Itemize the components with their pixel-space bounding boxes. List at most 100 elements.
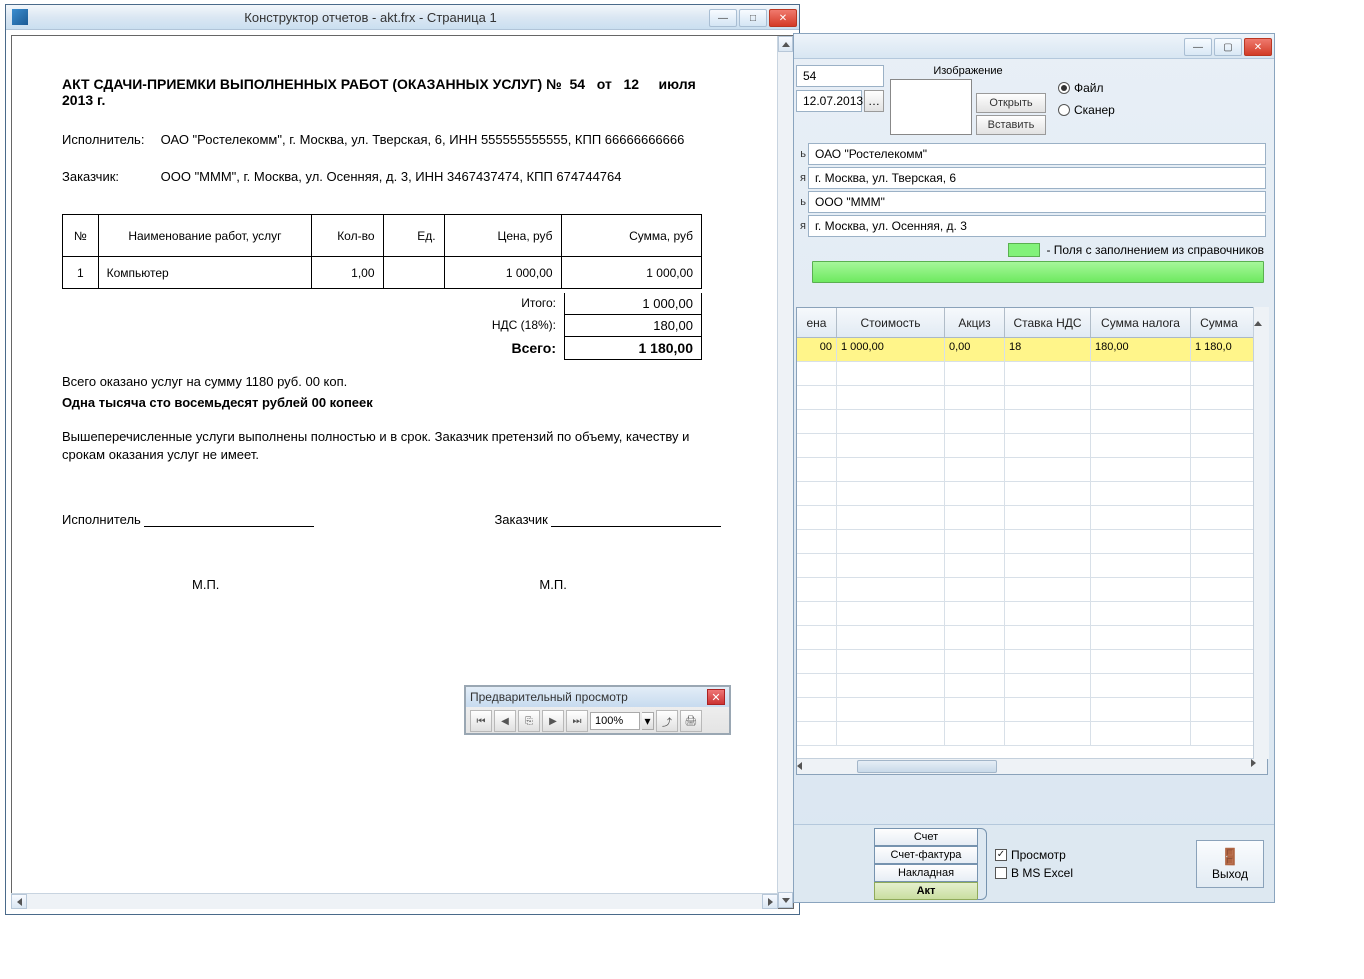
- radio-scanner[interactable]: Сканер: [1058, 103, 1115, 117]
- checkbox-icon: [995, 849, 1007, 861]
- bracket-icon: [977, 828, 987, 900]
- grid-row-selected[interactable]: 00 1 000,00 0,00 18 180,00 1 180,0: [797, 338, 1267, 362]
- doc-number-input[interactable]: 54: [796, 65, 884, 87]
- gh-sum[interactable]: Сумма: [1191, 308, 1247, 337]
- btn-waybill[interactable]: Накладная: [874, 864, 978, 882]
- preview-toolbar[interactable]: Предварительный просмотр ✕ ⏮ ◀ ⎘ ▶ ⏭ 100…: [464, 685, 731, 735]
- customer-name-input[interactable]: ООО "МММ": [808, 191, 1266, 213]
- signatures: Исполнитель Заказчик: [62, 512, 735, 527]
- grid-scroll-right-icon[interactable]: [1251, 759, 1267, 774]
- customer-value: ООО "МММ", г. Москва, ул. Осенняя, д. 3,…: [161, 169, 622, 184]
- report-title: Конструктор отчетов - akt.frx - Страница…: [34, 10, 707, 25]
- zoom-input[interactable]: 100%: [590, 712, 640, 730]
- editor-titlebar[interactable]: — ▢ ✕: [794, 34, 1274, 59]
- minimize-button[interactable]: —: [709, 9, 737, 27]
- scroll-up-icon[interactable]: [778, 36, 793, 52]
- akt-title-prefix: АКТ СДАЧИ-ПРИЕМКИ ВЫПОЛНЕННЫХ РАБОТ (ОКА…: [62, 76, 562, 92]
- chk-preview[interactable]: Просмотр: [995, 848, 1073, 862]
- akt-summary: Всего оказано услуг на сумму 1180 руб. 0…: [62, 374, 735, 389]
- gh-cost[interactable]: Стоимость: [837, 308, 945, 337]
- grid-h-scrollbar[interactable]: [797, 758, 1267, 774]
- gh-vat[interactable]: Ставка НДС: [1005, 308, 1091, 337]
- btn-akt[interactable]: Акт: [874, 882, 978, 900]
- editor-maximize-button[interactable]: ▢: [1214, 38, 1242, 56]
- akt-title: АКТ СДАЧИ-ПРИЕМКИ ВЫПОЛНЕННЫХ РАБОТ (ОКА…: [62, 76, 735, 108]
- grid-row[interactable]: [797, 434, 1267, 458]
- report-v-scrollbar[interactable]: [777, 36, 793, 908]
- date-picker-button[interactable]: …: [864, 90, 884, 112]
- editor-bottom-bar: Счет Счет-фактура Накладная Акт Просмотр…: [794, 824, 1274, 902]
- hint-text: - Поля с заполнением из справочников: [1046, 243, 1264, 257]
- executor-label: Исполнитель:: [62, 132, 157, 147]
- grid-row[interactable]: [797, 458, 1267, 482]
- grid-row[interactable]: [797, 506, 1267, 530]
- grid-v-scrollbar[interactable]: [1253, 307, 1269, 759]
- grid-scroll-left-icon[interactable]: [797, 762, 813, 777]
- btn-invoice-facture[interactable]: Счет-фактура: [874, 846, 978, 864]
- scroll-right-icon[interactable]: [762, 894, 778, 909]
- grid-row[interactable]: [797, 482, 1267, 506]
- export-button[interactable]: ⤴: [656, 710, 678, 732]
- scroll-down-icon[interactable]: [778, 892, 793, 908]
- akt-note: Вышеперечисленные услуги выполнены полно…: [62, 428, 735, 464]
- radio-file[interactable]: Файл: [1058, 81, 1115, 95]
- grid-row[interactable]: [797, 578, 1267, 602]
- cell-price: 1 000,00: [444, 257, 561, 289]
- editor-close-button[interactable]: ✕: [1244, 38, 1272, 56]
- open-image-button[interactable]: Открыть: [976, 93, 1046, 113]
- chk-excel[interactable]: В MS Excel: [995, 866, 1073, 880]
- gh-excise[interactable]: Акциз: [945, 308, 1005, 337]
- grid-row[interactable]: [797, 674, 1267, 698]
- print-button[interactable]: 🖨: [680, 710, 702, 732]
- grid-row[interactable]: [797, 386, 1267, 410]
- gh-tax[interactable]: Сумма налога: [1091, 308, 1191, 337]
- btn-invoice[interactable]: Счет: [874, 828, 978, 846]
- prev-page-button[interactable]: ◀: [494, 710, 516, 732]
- zoom-dropdown-button[interactable]: ▾: [642, 712, 654, 730]
- maximize-button[interactable]: □: [739, 9, 767, 27]
- grid-row[interactable]: [797, 650, 1267, 674]
- grid-row[interactable]: [797, 362, 1267, 386]
- close-button[interactable]: ✕: [769, 9, 797, 27]
- customer-line: Заказчик: ООО "МММ", г. Москва, ул. Осен…: [62, 169, 735, 184]
- exit-button[interactable]: 🚪 Выход: [1196, 840, 1264, 888]
- lookup-field[interactable]: [812, 261, 1264, 283]
- last-page-button[interactable]: ⏭: [566, 710, 588, 732]
- mp-customer: М.П.: [539, 577, 566, 592]
- grid-row[interactable]: [797, 722, 1267, 746]
- grid-scroll-thumb[interactable]: [857, 760, 997, 773]
- akt-year: 2013 г.: [62, 92, 105, 108]
- editor-minimize-button[interactable]: —: [1184, 38, 1212, 56]
- party-fields: ьОАО "Ростелекомм" яг. Москва, ул. Тверс…: [796, 143, 1266, 237]
- first-page-button[interactable]: ⏮: [470, 710, 492, 732]
- grid-row[interactable]: [797, 602, 1267, 626]
- cell-sum: 1 000,00: [561, 257, 701, 289]
- scroll-left-icon[interactable]: [11, 894, 27, 909]
- gh-price[interactable]: ена: [797, 308, 837, 337]
- executor-name-input[interactable]: ОАО "Ростелекомм": [808, 143, 1266, 165]
- report-h-scrollbar[interactable]: [11, 893, 778, 909]
- field-label: я: [796, 220, 806, 232]
- stamps: М.П. М.П.: [62, 577, 735, 592]
- subtotal-label: Итого:: [62, 293, 564, 315]
- doc-date-input[interactable]: 12.07.2013: [796, 90, 862, 112]
- paste-image-button[interactable]: Вставить: [976, 115, 1046, 135]
- preview-toolbar-title[interactable]: Предварительный просмотр ✕: [466, 687, 729, 707]
- hint-row: - Поля с заполнением из справочников: [804, 243, 1264, 257]
- customer-addr-input[interactable]: г. Москва, ул. Осенняя, д. 3: [808, 215, 1266, 237]
- report-titlebar[interactable]: Конструктор отчетов - akt.frx - Страница…: [6, 5, 799, 30]
- grid-row[interactable]: [797, 698, 1267, 722]
- next-page-button[interactable]: ▶: [542, 710, 564, 732]
- grid-row[interactable]: [797, 530, 1267, 554]
- grid-row[interactable]: [797, 554, 1267, 578]
- report-designer-window: Конструктор отчетов - akt.frx - Страница…: [5, 4, 800, 915]
- preview-close-button[interactable]: ✕: [707, 689, 725, 705]
- grid-row[interactable]: [797, 626, 1267, 650]
- grid-body[interactable]: 00 1 000,00 0,00 18 180,00 1 180,0: [797, 338, 1267, 758]
- executor-addr-input[interactable]: г. Москва, ул. Тверская, 6: [808, 167, 1266, 189]
- grid-scroll-up-icon[interactable]: [1254, 307, 1269, 321]
- grid-row[interactable]: [797, 410, 1267, 434]
- cell-name: Компьютер: [98, 257, 312, 289]
- gc-cost: 1 000,00: [837, 338, 945, 361]
- goto-page-button[interactable]: ⎘: [518, 710, 540, 732]
